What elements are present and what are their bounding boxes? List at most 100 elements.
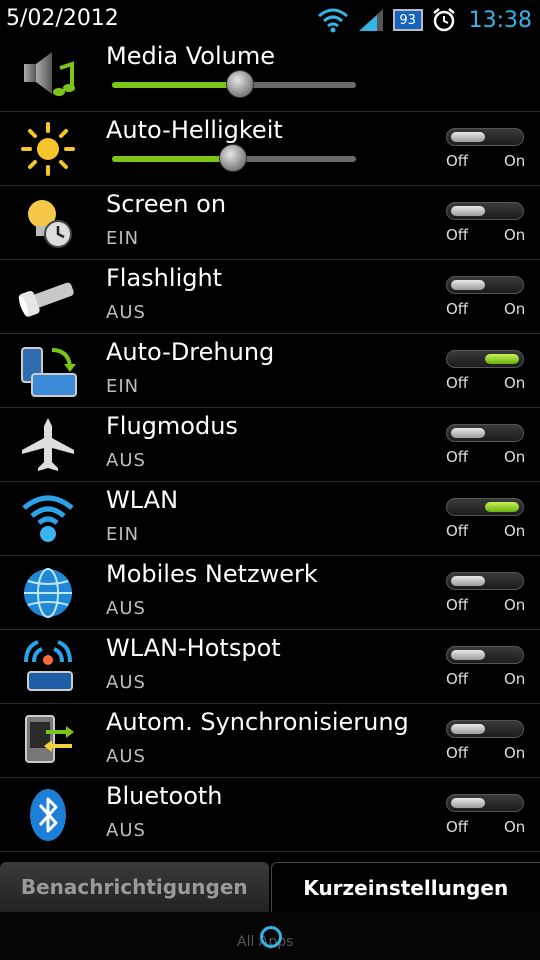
toggle-track [446,350,524,368]
toggle-on-label: On [504,818,526,836]
toggle-off-label: Off [446,522,469,540]
toggle-off-label: Off [446,226,469,244]
panel-tabs: Benachrichtigungen Kurzeinstellungen [0,862,540,912]
alarm-icon [432,8,455,32]
toggle-on-label: On [504,744,526,762]
brightness-slider[interactable] [112,144,356,172]
setting-status: AUS [106,598,146,619]
toggle-track [446,424,524,442]
setting-flashlight: Flashlight AUS Off On [0,260,540,334]
toggle-knob [451,724,485,734]
setting-status: EIN [106,524,140,545]
setting-status: AUS [106,672,146,693]
quick-settings-list: Media Volume Auto-Helligkeit Off On Scre… [0,38,540,852]
setting-status: EIN [106,376,140,397]
slider-fill [112,156,232,162]
toggle-knob [451,206,485,216]
setting-auto-sync: Autom. Synchronisierung AUS Off On [0,704,540,778]
setting-status: AUS [106,746,146,767]
setting-title: Auto-Drehung [106,338,275,366]
auto-rotate-toggle[interactable]: Off On [446,350,526,396]
wifi-icon [22,495,74,542]
setting-title: Flugmodus [106,412,238,440]
toggle-on-label: On [504,374,526,392]
status-icons: 93 13:38 [317,4,532,36]
tab-quick-settings[interactable]: Kurzeinstellungen [270,862,540,912]
auto-brightness-toggle[interactable]: Off On [446,128,526,174]
toggle-knob [451,798,485,808]
slider-fill [112,82,239,88]
toggle-track [446,794,524,812]
globe-icon [24,568,72,618]
toggle-on-label: On [504,596,526,614]
toggle-knob [451,132,485,142]
toggle-on-label: On [504,522,526,540]
bluetooth-toggle[interactable]: Off On [446,794,526,840]
bulb-clock-icon [28,200,72,248]
setting-title: Mobiles Netzwerk [106,560,318,588]
toggle-off-label: Off [446,818,469,836]
setting-status: AUS [106,450,146,471]
wifi-signal-icon [317,8,348,33]
setting-wlan: WLAN EIN Off On [0,482,540,556]
toggle-track [446,646,524,664]
flashlight-icon [18,282,74,317]
sun-icon [21,122,75,176]
screen-on-toggle[interactable]: Off On [446,202,526,248]
status-bar: 5/02/2012 93 13:38 [0,0,540,38]
setting-title: Screen on [106,190,227,218]
hotspot-icon [24,640,73,691]
toggle-on-label: On [504,448,526,466]
rotate-icon [21,347,77,397]
slider-thumb[interactable] [218,144,247,172]
setting-auto-rotate: Auto-Drehung EIN Off On [0,334,540,408]
setting-media-volume: Media Volume [0,38,540,112]
toggle-on-label: On [504,226,526,244]
setting-title: Autom. Synchronisierung [106,708,409,736]
setting-wlan-hotspot: WLAN-Hotspot AUS Off On [0,630,540,704]
speaker-music-icon [24,52,75,96]
media-volume-slider[interactable] [112,70,356,98]
toggle-knob [451,576,485,586]
slider-thumb[interactable] [225,70,254,98]
tab-notifications[interactable]: Benachrichtigungen [0,862,269,912]
toggle-track [446,720,524,738]
setting-title: WLAN-Hotspot [106,634,281,662]
setting-mobile-network: Mobiles Netzwerk AUS Off On [0,556,540,630]
toggle-off-label: Off [446,374,469,392]
airplane-icon [22,418,74,471]
setting-auto-brightness: Auto-Helligkeit Off On [0,112,540,186]
all-apps-button[interactable] [260,926,282,948]
status-time: 13:38 [468,7,532,33]
wlan-hotspot-toggle[interactable]: Off On [446,646,525,692]
toggle-off-label: Off [446,300,469,318]
setting-title: WLAN [106,486,179,514]
toggle-track [446,128,524,146]
bluetooth-icon [30,789,66,841]
media-volume-title: Media Volume [106,42,275,70]
airplane-mode-toggle[interactable]: Off On [446,424,526,470]
status-date: 5/02/2012 [6,6,119,31]
toggle-track [446,276,524,294]
toggle-on-label: On [504,152,526,170]
toggle-knob [485,502,519,512]
sync-icon [25,715,74,763]
flashlight-toggle[interactable]: Off On [446,276,525,322]
wlan-toggle[interactable]: Off On [446,498,526,544]
toggle-knob [485,354,519,364]
toggle-knob [451,650,485,660]
setting-title: Flashlight [106,264,223,292]
toggle-knob [451,280,485,290]
setting-status: AUS [106,302,146,323]
auto-brightness-title: Auto-Helligkeit [106,116,283,144]
toggle-off-label: Off [446,152,469,170]
battery-icon: 93 [392,9,423,31]
toggle-track [446,202,524,220]
mobile-network-toggle[interactable]: Off On [446,572,526,618]
setting-screen-on: Screen on EIN Off On [0,186,540,260]
setting-airplane-mode: Flugmodus AUS Off On [0,408,540,482]
toggle-off-label: Off [446,744,469,762]
home-dock: All Apps [0,912,540,960]
auto-sync-toggle[interactable]: Off On [446,720,526,766]
toggle-track [446,498,524,516]
